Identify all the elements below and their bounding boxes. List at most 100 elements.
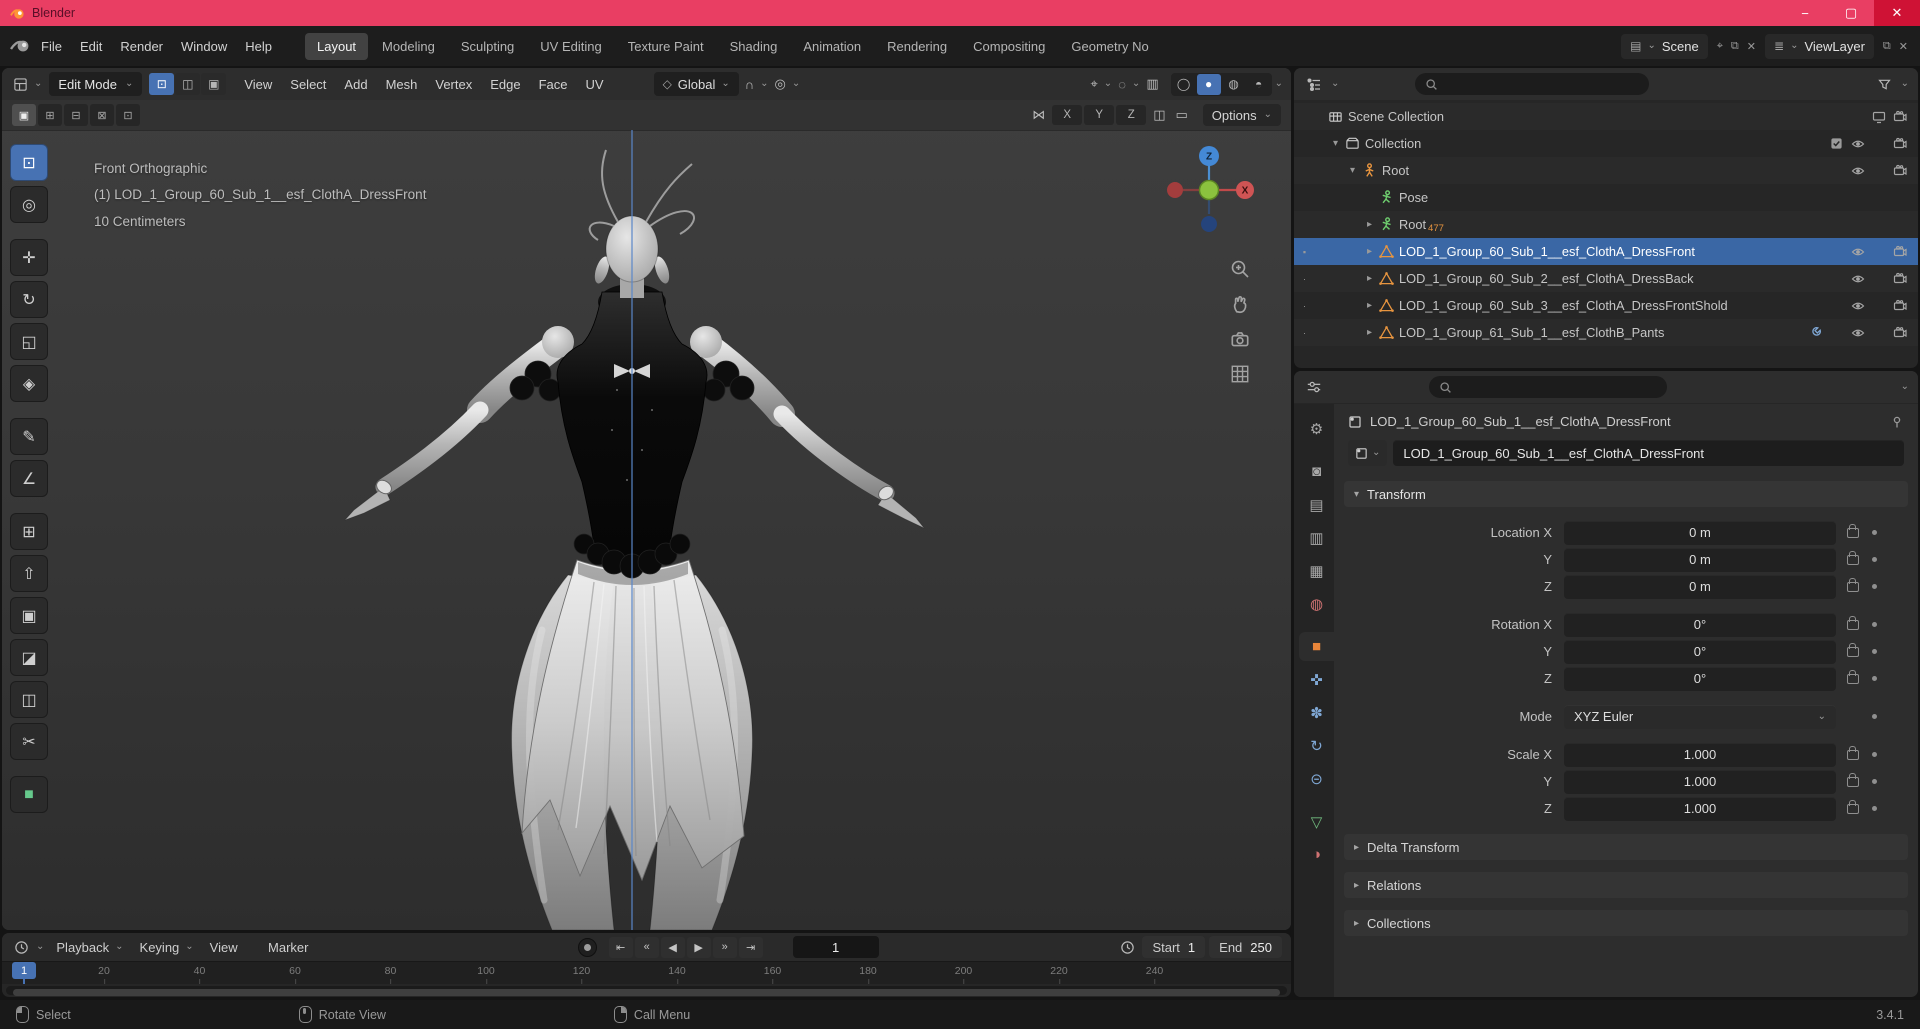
zoom-icon[interactable]	[1229, 258, 1251, 280]
workspace-tab[interactable]: Texture Paint	[616, 33, 716, 60]
render-tab[interactable]: ◙	[1299, 457, 1334, 486]
transform-panel-header[interactable]: ▾ Transform	[1344, 481, 1908, 507]
output-tab[interactable]: ▤	[1299, 490, 1334, 519]
edge-select-mode[interactable]: ◫	[175, 73, 200, 95]
render-visibility-camera-icon[interactable]	[1889, 137, 1910, 151]
timeline-menu-item[interactable]: Marker ⌄	[260, 936, 331, 959]
options-dropdown[interactable]: Options ⌄	[1203, 104, 1281, 126]
render-visibility-camera-icon[interactable]	[1889, 164, 1910, 178]
app-menu-item[interactable]: Window	[172, 34, 236, 59]
workspace-tab[interactable]: Sculpting	[449, 33, 526, 60]
number-field[interactable]: 0°	[1564, 667, 1836, 691]
jump-to-start[interactable]: ⇤	[609, 937, 633, 958]
gizmo-x-negative[interactable]	[1167, 182, 1183, 198]
disclosure-triangle-icon[interactable]: ▾	[1328, 138, 1343, 149]
tool-tab[interactable]: ⚙	[1299, 414, 1334, 443]
app-menu-item[interactable]: File	[32, 34, 71, 59]
workspace-tab[interactable]: Shading	[718, 33, 790, 60]
render-visibility-camera-icon[interactable]	[1889, 326, 1910, 340]
use-preview-range-clock-icon[interactable]	[1117, 938, 1138, 957]
gizmo-y-axis[interactable]	[1200, 181, 1219, 200]
app-menu-item[interactable]: Edit	[71, 34, 111, 59]
select-extend[interactable]: ⊞	[38, 104, 62, 126]
app-menu-item[interactable]: Render	[111, 34, 172, 59]
scene-tab[interactable]: ▦	[1299, 556, 1334, 585]
outliner-row[interactable]: ▸ Root 477	[1294, 211, 1918, 238]
collapsed-panel-header[interactable]: ▸ Relations	[1344, 872, 1908, 898]
cursor-tool[interactable]: ◎	[10, 186, 48, 223]
outliner-search[interactable]	[1415, 73, 1648, 95]
hide-eye-icon[interactable]	[1847, 272, 1868, 286]
animate-property-dot[interactable]	[1872, 530, 1877, 535]
properties-editor-icon[interactable]	[1303, 377, 1325, 397]
collapsed-panel-header[interactable]: ▸ Collections	[1344, 910, 1908, 936]
maximize-button[interactable]: ▢	[1828, 0, 1874, 26]
viewlayer-action-icon[interactable]: ⧉	[1881, 38, 1893, 55]
scene-action-icon[interactable]: ⧉	[1729, 38, 1741, 55]
disclosure-triangle-icon[interactable]: ▸	[1362, 219, 1377, 230]
annotate-tool[interactable]: ✎	[10, 418, 48, 455]
number-field[interactable]: 1.000	[1564, 743, 1836, 767]
minimize-button[interactable]: −	[1782, 0, 1828, 26]
workspace-tab[interactable]: UV Editing	[528, 33, 613, 60]
timeline-menu-item[interactable]: Keying ⌄	[132, 936, 202, 959]
lock-icon[interactable]	[1847, 528, 1859, 538]
disclosure-triangle-icon[interactable]: ▸	[1362, 300, 1377, 311]
scale-tool[interactable]: ◱	[10, 323, 48, 360]
lock-icon[interactable]	[1847, 750, 1859, 760]
add-cube-tool[interactable]: ⊞	[10, 513, 48, 550]
grid-ortho-icon[interactable]	[1229, 363, 1251, 385]
jump-to-end[interactable]: ⇥	[739, 937, 763, 958]
play-reverse[interactable]: ◀	[661, 937, 685, 958]
lock-icon[interactable]	[1847, 620, 1859, 630]
timeline-menu-item[interactable]: Playback ⌄	[48, 936, 131, 959]
viewport-menu-item[interactable]: Vertex	[426, 72, 481, 97]
workspace-tab[interactable]: Animation	[791, 33, 873, 60]
lock-icon[interactable]	[1847, 647, 1859, 657]
start-frame-field[interactable]: Start1	[1142, 936, 1205, 958]
material-shading[interactable]: ◍	[1222, 74, 1246, 95]
snap-magnet-icon[interactable]: ∩	[742, 75, 757, 94]
poly-build-tool[interactable]: ■	[10, 776, 48, 813]
viewport-menu-item[interactable]: UV	[577, 72, 613, 97]
proportional-editing-icon[interactable]: ◎	[772, 74, 789, 94]
viewport-menu-item[interactable]: Mesh	[377, 72, 427, 97]
camera-view-icon[interactable]	[1229, 328, 1251, 350]
scene-selector[interactable]: ▤ ⌄ Scene	[1621, 34, 1708, 59]
editor-type-icon[interactable]	[10, 75, 31, 94]
transform-orientation-dropdown[interactable]: ◇ Global ⌄	[654, 72, 739, 96]
scene-action-icon[interactable]: ⌖	[1715, 38, 1725, 55]
knife-tool[interactable]: ✂	[10, 723, 48, 760]
lock-icon[interactable]	[1847, 777, 1859, 787]
viewlayer-selector[interactable]: ≣ ⌄ ViewLayer	[1765, 34, 1874, 59]
face-select-mode[interactable]: ▣	[201, 73, 226, 95]
animate-property-dot[interactable]	[1872, 557, 1877, 562]
select-subtract[interactable]: ⊟	[64, 104, 88, 126]
pin-icon[interactable]	[1890, 415, 1904, 429]
hide-eye-icon[interactable]	[1847, 164, 1868, 178]
outliner-row[interactable]: Scene Collection	[1294, 103, 1918, 130]
object-name-field[interactable]: LOD_1_Group_60_Sub_1__esf_ClothA_DressFr…	[1393, 440, 1904, 466]
lock-icon[interactable]	[1847, 674, 1859, 684]
viewport-visibility-icon[interactable]	[1868, 110, 1889, 124]
playhead[interactable]: 1	[12, 962, 36, 979]
timeline-editor-icon[interactable]	[11, 938, 32, 957]
data-tab[interactable]: ▽	[1299, 807, 1334, 836]
outliner-row[interactable]: Pose	[1294, 184, 1918, 211]
disclosure-triangle-icon[interactable]: ▸	[1362, 273, 1377, 284]
outliner-row[interactable]: ▾ Collection	[1294, 130, 1918, 157]
particles-tab[interactable]: ✽	[1299, 698, 1334, 727]
collapsed-panel-header[interactable]: ▸ Delta Transform	[1344, 834, 1908, 860]
number-field[interactable]: 0 m	[1564, 575, 1836, 599]
select-difference[interactable]: ⊠	[90, 104, 114, 126]
navigation-gizmo[interactable]: Z X	[1161, 142, 1257, 238]
extrude-tool[interactable]: ⇧	[10, 555, 48, 592]
animate-property-dot[interactable]	[1872, 622, 1877, 627]
gizmo-z-negative[interactable]	[1201, 216, 1217, 232]
workspace-tab[interactable]: Rendering	[875, 33, 959, 60]
workspace-tab[interactable]: Compositing	[961, 33, 1057, 60]
material-tab[interactable]: ◑	[1299, 840, 1334, 869]
properties-search-input[interactable]	[1458, 379, 1592, 395]
snap-option-icon[interactable]: ▭	[1173, 105, 1191, 125]
lock-icon[interactable]	[1847, 804, 1859, 814]
